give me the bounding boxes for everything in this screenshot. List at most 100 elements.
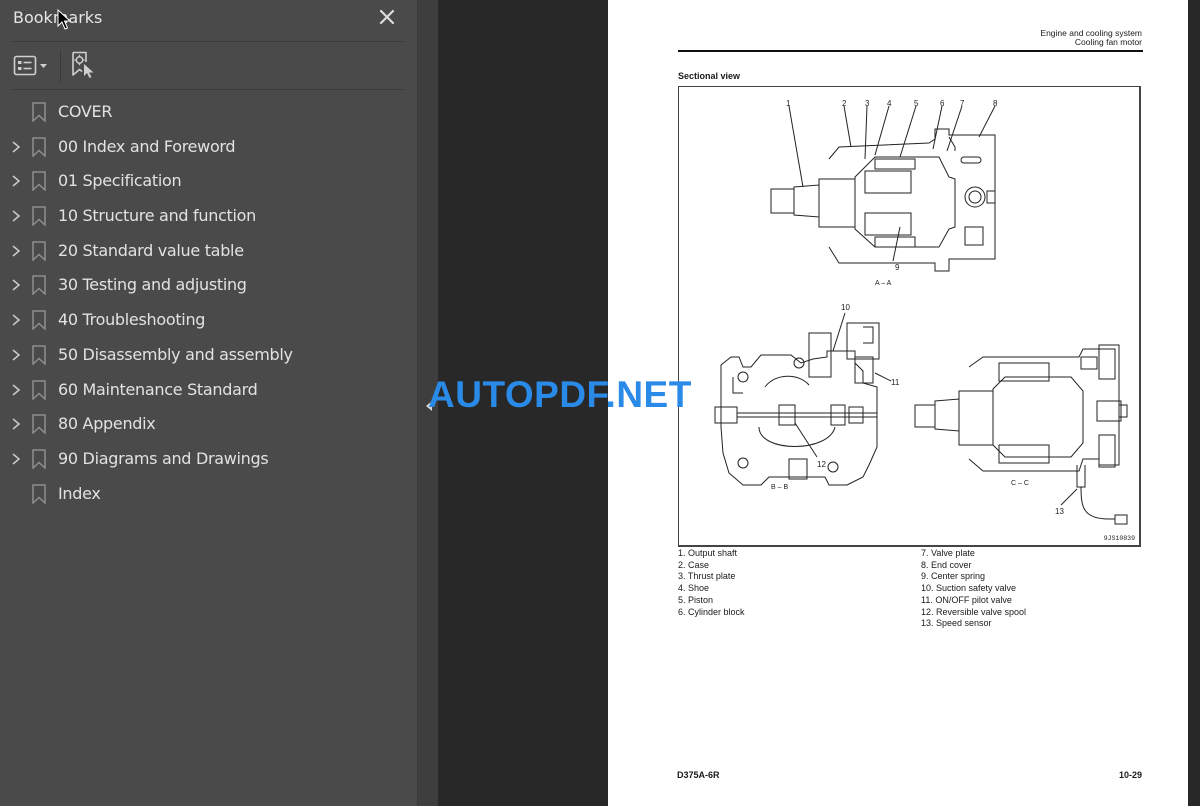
section-b-b-drawing (714, 322, 880, 486)
toolbar-divider (13, 89, 404, 90)
view-label-a-a: A – A (875, 280, 892, 287)
close-panel-button[interactable] (376, 6, 398, 28)
bookmark-item-60-maintenance-standard[interactable]: 60 Maintenance Standard (0, 373, 417, 408)
part-item: 5. Piston (678, 594, 714, 605)
chevron-right-icon[interactable] (10, 244, 22, 258)
view-label-c-c: C – C (1011, 480, 1029, 487)
part-item: 2. Case (678, 559, 710, 570)
callout-9: 9 (895, 263, 900, 272)
section-c-c-drawing (914, 344, 1128, 525)
figure-code: 9JS10839 (1103, 535, 1135, 542)
chevron-right-icon[interactable] (10, 348, 22, 362)
section-a-a-drawing (770, 128, 996, 272)
view-label-b-b: B – B (771, 484, 789, 491)
part-item: 12. Reversible valve spool (921, 606, 1027, 617)
part-item: 13. Speed sensor (921, 618, 992, 629)
bookmark-item-01-specification[interactable]: 01 Specification (0, 164, 417, 199)
bookmark-label: 50 Disassembly and assembly (58, 344, 293, 364)
bookmark-label: 40 Troubleshooting (58, 310, 206, 330)
part-item: 3. Thrust plate (678, 571, 736, 582)
bookmark-label: 60 Maintenance Standard (58, 379, 258, 399)
bookmark-item-50-disassembly-and-assembly[interactable]: 50 Disassembly and assembly (0, 338, 417, 373)
bookmark-item-index[interactable]: Index (0, 477, 417, 512)
callout-4: 4 (887, 99, 892, 108)
chevron-right-icon[interactable] (10, 140, 22, 154)
bookmarks-panel: Bookmarks COVER 00 Index and Foreword 01… (0, 0, 417, 806)
section-title: Sectional view (678, 71, 741, 81)
part-item: 4. Shoe (678, 583, 710, 594)
bookmark-icon (32, 275, 46, 296)
page-footer-model: D375A-6R (677, 770, 720, 780)
callout-3: 3 (865, 99, 870, 108)
bookmark-icon (32, 483, 46, 504)
bookmarks-panel-title: Bookmarks (13, 8, 103, 27)
bookmark-item-40-troubleshooting[interactable]: 40 Troubleshooting (0, 303, 417, 338)
bookmark-item-30-testing-and-adjusting[interactable]: 30 Testing and adjusting (0, 268, 417, 303)
bookmark-label: 20 Standard value table (58, 240, 244, 260)
header-rule (678, 50, 1143, 52)
callout-11: 11 (891, 378, 900, 387)
bookmark-icon (32, 379, 46, 400)
page-number: 10-29 (1118, 770, 1142, 780)
bookmark-icon (32, 345, 46, 365)
bookmark-label: 01 Specification (58, 171, 182, 191)
bookmark-label: 30 Testing and adjusting (58, 275, 247, 295)
part-item: 7. Valve plate (921, 548, 975, 558)
bookmark-icon (32, 449, 46, 469)
callout-6: 6 (940, 99, 945, 108)
callout-2: 2 (842, 99, 847, 108)
bookmark-icon (32, 136, 46, 157)
part-item: 9. Center spring (921, 571, 986, 582)
callout-13: 13 (1055, 507, 1064, 516)
part-item: 1. Output shaft (678, 548, 738, 558)
toolbar-separator (60, 50, 61, 82)
bookmark-item-90-diagrams-and-drawings[interactable]: 90 Diagrams and Drawings (0, 442, 417, 477)
part-item: 6. Cylinder block (678, 606, 745, 617)
bookmark-item-10-structure-and-function[interactable]: 10 Structure and function (0, 199, 417, 234)
close-icon (379, 9, 395, 25)
bookmark-icon (32, 171, 46, 192)
part-item: 11. ON/OFF pilot valve (921, 594, 1012, 605)
bookmark-label: 90 Diagrams and Drawings (58, 448, 269, 468)
find-current-bookmark-button[interactable] (71, 51, 97, 79)
bookmark-icon (32, 414, 46, 435)
callout-7: 7 (960, 99, 965, 108)
chevron-right-icon[interactable] (10, 383, 22, 397)
chevron-right-icon[interactable] (10, 209, 22, 223)
bookmarks-panel-header: Bookmarks (0, 0, 417, 42)
bookmarks-toolbar (0, 42, 417, 90)
callout-1: 1 (786, 99, 791, 108)
page-header-topic: Cooling fan motor (1074, 37, 1142, 47)
bookmark-item-00-index-and-foreword[interactable]: 00 Index and Foreword (0, 130, 417, 165)
bookmark-item-cover[interactable]: COVER (0, 95, 417, 130)
list-options-icon (13, 55, 47, 76)
bookmark-item-20-standard-value-table[interactable]: 20 Standard value table (0, 234, 417, 269)
chevron-right-icon[interactable] (10, 313, 22, 327)
cooling-fan-motor-drawing: 1 2 3 4 5 6 7 8 9 10 11 12 13 (714, 99, 1128, 525)
bookmark-icon (32, 102, 46, 122)
bookmark-options-button[interactable] (13, 54, 53, 78)
callout-5: 5 (914, 99, 919, 108)
chevron-right-icon[interactable] (10, 174, 22, 188)
pdf-page: Engine and cooling system Cooling fan mo… (608, 0, 1188, 806)
find-current-bookmark-icon (72, 51, 94, 78)
chevron-right-icon[interactable] (10, 417, 22, 431)
parts-list-left: 1. Output shaft 2. Case 3. Thrust plate … (678, 548, 745, 618)
chevron-right-icon[interactable] (10, 278, 22, 292)
bookmark-list: COVER 00 Index and Foreword 01 Specifica… (0, 95, 417, 511)
callout-labels: 1 2 3 4 5 6 7 8 9 10 11 12 13 (786, 99, 1064, 516)
bookmark-item-80-appendix[interactable]: 80 Appendix (0, 407, 417, 442)
callout-12: 12 (817, 460, 826, 469)
bookmark-label: Index (58, 483, 101, 503)
part-item: 8. End cover (921, 559, 972, 570)
sectional-view-figure: 1 2 3 4 5 6 7 8 9 10 11 12 13 A – A B – … (678, 86, 1141, 547)
chevron-right-icon[interactable] (10, 452, 22, 466)
bookmark-icon (32, 241, 46, 261)
bookmark-label: COVER (58, 102, 113, 121)
watermark-text: AUTOPDF.NET (428, 374, 692, 415)
bookmark-label: 80 Appendix (58, 414, 156, 434)
bookmark-label: 10 Structure and function (58, 206, 257, 226)
bookmark-label: 00 Index and Foreword (58, 136, 236, 156)
bookmark-icon (32, 310, 46, 331)
callout-8: 8 (993, 99, 998, 108)
